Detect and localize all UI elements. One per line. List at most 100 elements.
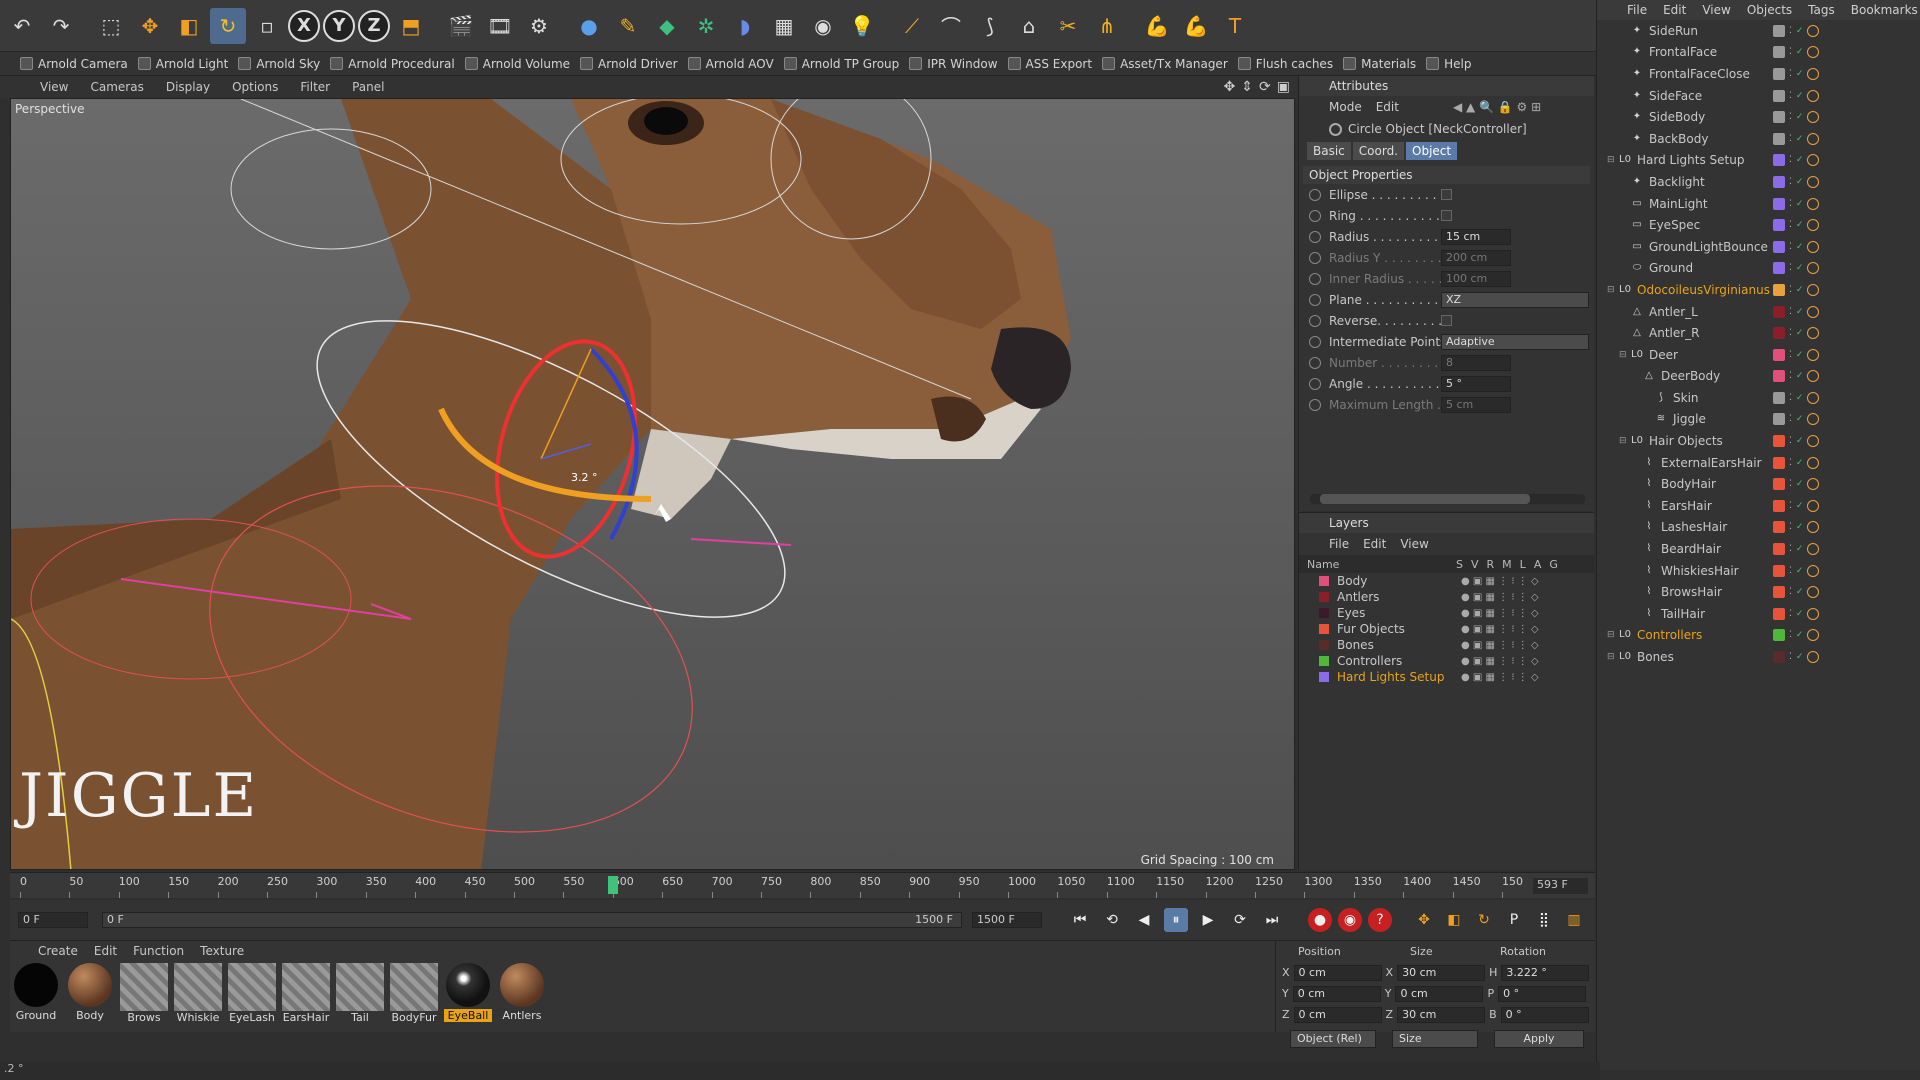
visibility-dots-icon[interactable]: ⁚ xyxy=(1789,609,1792,619)
property-dropdown[interactable]: Adaptive xyxy=(1441,333,1589,350)
tag-icon[interactable] xyxy=(1807,262,1820,275)
enabled-check-icon[interactable]: ✓ xyxy=(1796,630,1804,640)
visibility-dots-icon[interactable]: ⁚ xyxy=(1789,177,1792,187)
scale-tool-icon[interactable]: ◧ xyxy=(171,8,207,44)
viewport-3d[interactable]: Perspective 3.2 ° JIGGLE Grid Spacing : … xyxy=(10,98,1295,870)
layer-color-swatch[interactable] xyxy=(1319,656,1329,666)
rotation-field[interactable]: 3.222 ° xyxy=(1501,964,1590,981)
layer-row[interactable]: Eyes ● ▣ ▦ ⋮ ⁝ ⋮ ◇ xyxy=(1299,605,1594,621)
layer-color-swatch[interactable] xyxy=(1773,435,1785,448)
visibility-dots-icon[interactable]: ⁚ xyxy=(1789,436,1792,446)
tag-icon[interactable] xyxy=(1807,370,1820,383)
arnold-item-12[interactable]: Materials xyxy=(1343,57,1416,71)
object-row[interactable]: ✦ SideBody ⁚ ✓ xyxy=(1597,106,1920,128)
tag-icon[interactable] xyxy=(1807,197,1820,210)
layer-color-swatch[interactable] xyxy=(1773,24,1785,37)
rotate-tool-icon[interactable]: ↻ xyxy=(210,7,246,44)
tag-icon[interactable] xyxy=(1807,456,1820,469)
weight-icon[interactable]: ⌂ xyxy=(1011,8,1047,44)
object-row[interactable]: ▭ GroundLightBounce ⁚ ✓ xyxy=(1597,236,1920,258)
layer-color-swatch[interactable] xyxy=(1773,46,1785,59)
om-menu-item[interactable]: Objects xyxy=(1747,3,1792,17)
visibility-dots-icon[interactable]: ⁚ xyxy=(1789,479,1792,489)
tag-icon[interactable] xyxy=(1807,111,1820,124)
render-settings-icon[interactable]: ⚙ xyxy=(521,8,557,44)
rotation-field[interactable]: 0 ° xyxy=(1498,985,1587,1002)
visibility-dots-icon[interactable]: ⁚ xyxy=(1789,91,1792,101)
enabled-check-icon[interactable]: ✓ xyxy=(1796,566,1804,576)
tag-icon[interactable] xyxy=(1807,305,1820,318)
x-axis-button[interactable]: X xyxy=(288,9,320,42)
pen-icon[interactable]: ✎ xyxy=(610,8,646,44)
property-field[interactable]: 200 cm xyxy=(1441,249,1511,266)
enabled-check-icon[interactable]: ✓ xyxy=(1796,436,1804,446)
object-row[interactable]: △ DeerBody ⁚ ✓ xyxy=(1597,366,1920,388)
record-icon[interactable]: ● xyxy=(1308,908,1332,932)
arnold-item-11[interactable]: Flush caches xyxy=(1237,57,1333,71)
viewport-menu-panel[interactable]: Panel xyxy=(352,80,384,94)
layer-row[interactable]: Bones ● ▣ ▦ ⋮ ⁝ ⋮ ◇ xyxy=(1299,637,1594,653)
enabled-check-icon[interactable]: ✓ xyxy=(1796,609,1804,619)
size-field[interactable]: 0 cm xyxy=(1395,985,1484,1002)
tab-basic[interactable]: Basic xyxy=(1307,142,1351,160)
viewport-menu-view[interactable]: View xyxy=(40,80,68,94)
end-frame-field[interactable]: 1500 F xyxy=(972,912,1042,928)
layer-color-swatch[interactable] xyxy=(1773,283,1785,296)
om-menu-item[interactable]: Edit xyxy=(1663,3,1686,17)
object-row[interactable]: ≋ Jiggle ⁚ ✓ xyxy=(1597,409,1920,431)
enabled-check-icon[interactable]: ✓ xyxy=(1796,587,1804,597)
viewport-menu-filter[interactable]: Filter xyxy=(300,80,330,94)
object-row[interactable]: ▭ MainLight ⁚ ✓ xyxy=(1597,193,1920,215)
property-field[interactable]: 5 cm xyxy=(1441,396,1511,413)
tag-icon[interactable] xyxy=(1807,499,1820,512)
next-key-icon[interactable]: ⟳ xyxy=(1228,908,1252,932)
layer-row[interactable]: Body ● ▣ ▦ ⋮ ⁝ ⋮ ◇ xyxy=(1299,573,1594,589)
layer-color-swatch[interactable] xyxy=(1773,327,1785,340)
animate-radio-icon[interactable] xyxy=(1309,230,1321,243)
layer-color-swatch[interactable] xyxy=(1773,197,1785,210)
key-rotation-icon[interactable]: ↻ xyxy=(1472,908,1496,932)
animate-radio-icon[interactable] xyxy=(1309,209,1321,222)
recent-tool-icon[interactable]: ▫ xyxy=(249,8,285,44)
tag-icon[interactable] xyxy=(1807,132,1820,145)
tag-icon[interactable] xyxy=(1807,435,1820,448)
camera-icon[interactable]: ◉ xyxy=(805,8,841,44)
layer-color-swatch[interactable] xyxy=(1773,240,1785,253)
visibility-dots-icon[interactable]: ⁚ xyxy=(1789,371,1792,381)
key-position-icon[interactable]: ✥ xyxy=(1412,908,1436,932)
layer-color-swatch[interactable] xyxy=(1773,67,1785,80)
tag-icon[interactable] xyxy=(1807,67,1820,80)
enabled-check-icon[interactable]: ✓ xyxy=(1796,134,1804,144)
floor-icon[interactable]: ▦ xyxy=(766,8,802,44)
light-bulb-icon[interactable]: 💡 xyxy=(844,8,880,44)
arnold-item-8[interactable]: IPR Window xyxy=(909,57,998,71)
visibility-dots-icon[interactable]: ⁚ xyxy=(1789,155,1792,165)
enabled-check-icon[interactable]: ✓ xyxy=(1796,458,1804,468)
visibility-dots-icon[interactable]: ⁚ xyxy=(1789,307,1792,317)
enabled-check-icon[interactable]: ✓ xyxy=(1796,263,1804,273)
rotate-view-icon[interactable]: ⟳ xyxy=(1259,79,1271,95)
visibility-dots-icon[interactable]: ⁚ xyxy=(1789,393,1792,403)
object-row[interactable]: ⊟ L0 Deer ⁚ ✓ xyxy=(1597,344,1920,366)
object-row[interactable]: ⊟ L0 Controllers ⁚ ✓ xyxy=(1597,625,1920,647)
layers-menu-edit[interactable]: Edit xyxy=(1363,537,1386,551)
apply-button[interactable]: Apply xyxy=(1494,1029,1584,1048)
cube-icon[interactable]: ● xyxy=(571,8,607,44)
tag-icon[interactable] xyxy=(1807,413,1820,426)
layer-color-swatch[interactable] xyxy=(1773,456,1785,469)
hair-tool-icon[interactable]: ✂ xyxy=(1050,8,1086,44)
rotation-field[interactable]: 0 ° xyxy=(1500,1006,1589,1023)
enabled-check-icon[interactable]: ✓ xyxy=(1796,220,1804,230)
property-field[interactable]: 100 cm xyxy=(1441,270,1511,287)
goto-start-icon[interactable]: ⏮ xyxy=(1068,908,1092,932)
visibility-dots-icon[interactable]: ⁚ xyxy=(1789,69,1792,79)
object-row[interactable]: ⌇ BrowsHair ⁚ ✓ xyxy=(1597,581,1920,603)
z-axis-button[interactable]: Z xyxy=(358,9,390,42)
expand-icon[interactable]: ⊟ xyxy=(1619,436,1631,446)
expand-icon[interactable]: ⊟ xyxy=(1619,350,1631,360)
tag-icon[interactable] xyxy=(1807,175,1820,188)
layer-color-swatch[interactable] xyxy=(1773,370,1785,383)
expand-icon[interactable]: ⊟ xyxy=(1607,155,1619,165)
visibility-dots-icon[interactable]: ⁚ xyxy=(1789,566,1792,576)
layer-toggles[interactable]: ● ▣ ▦ ⋮ ⁝ ⋮ ◇ xyxy=(1461,656,1539,667)
